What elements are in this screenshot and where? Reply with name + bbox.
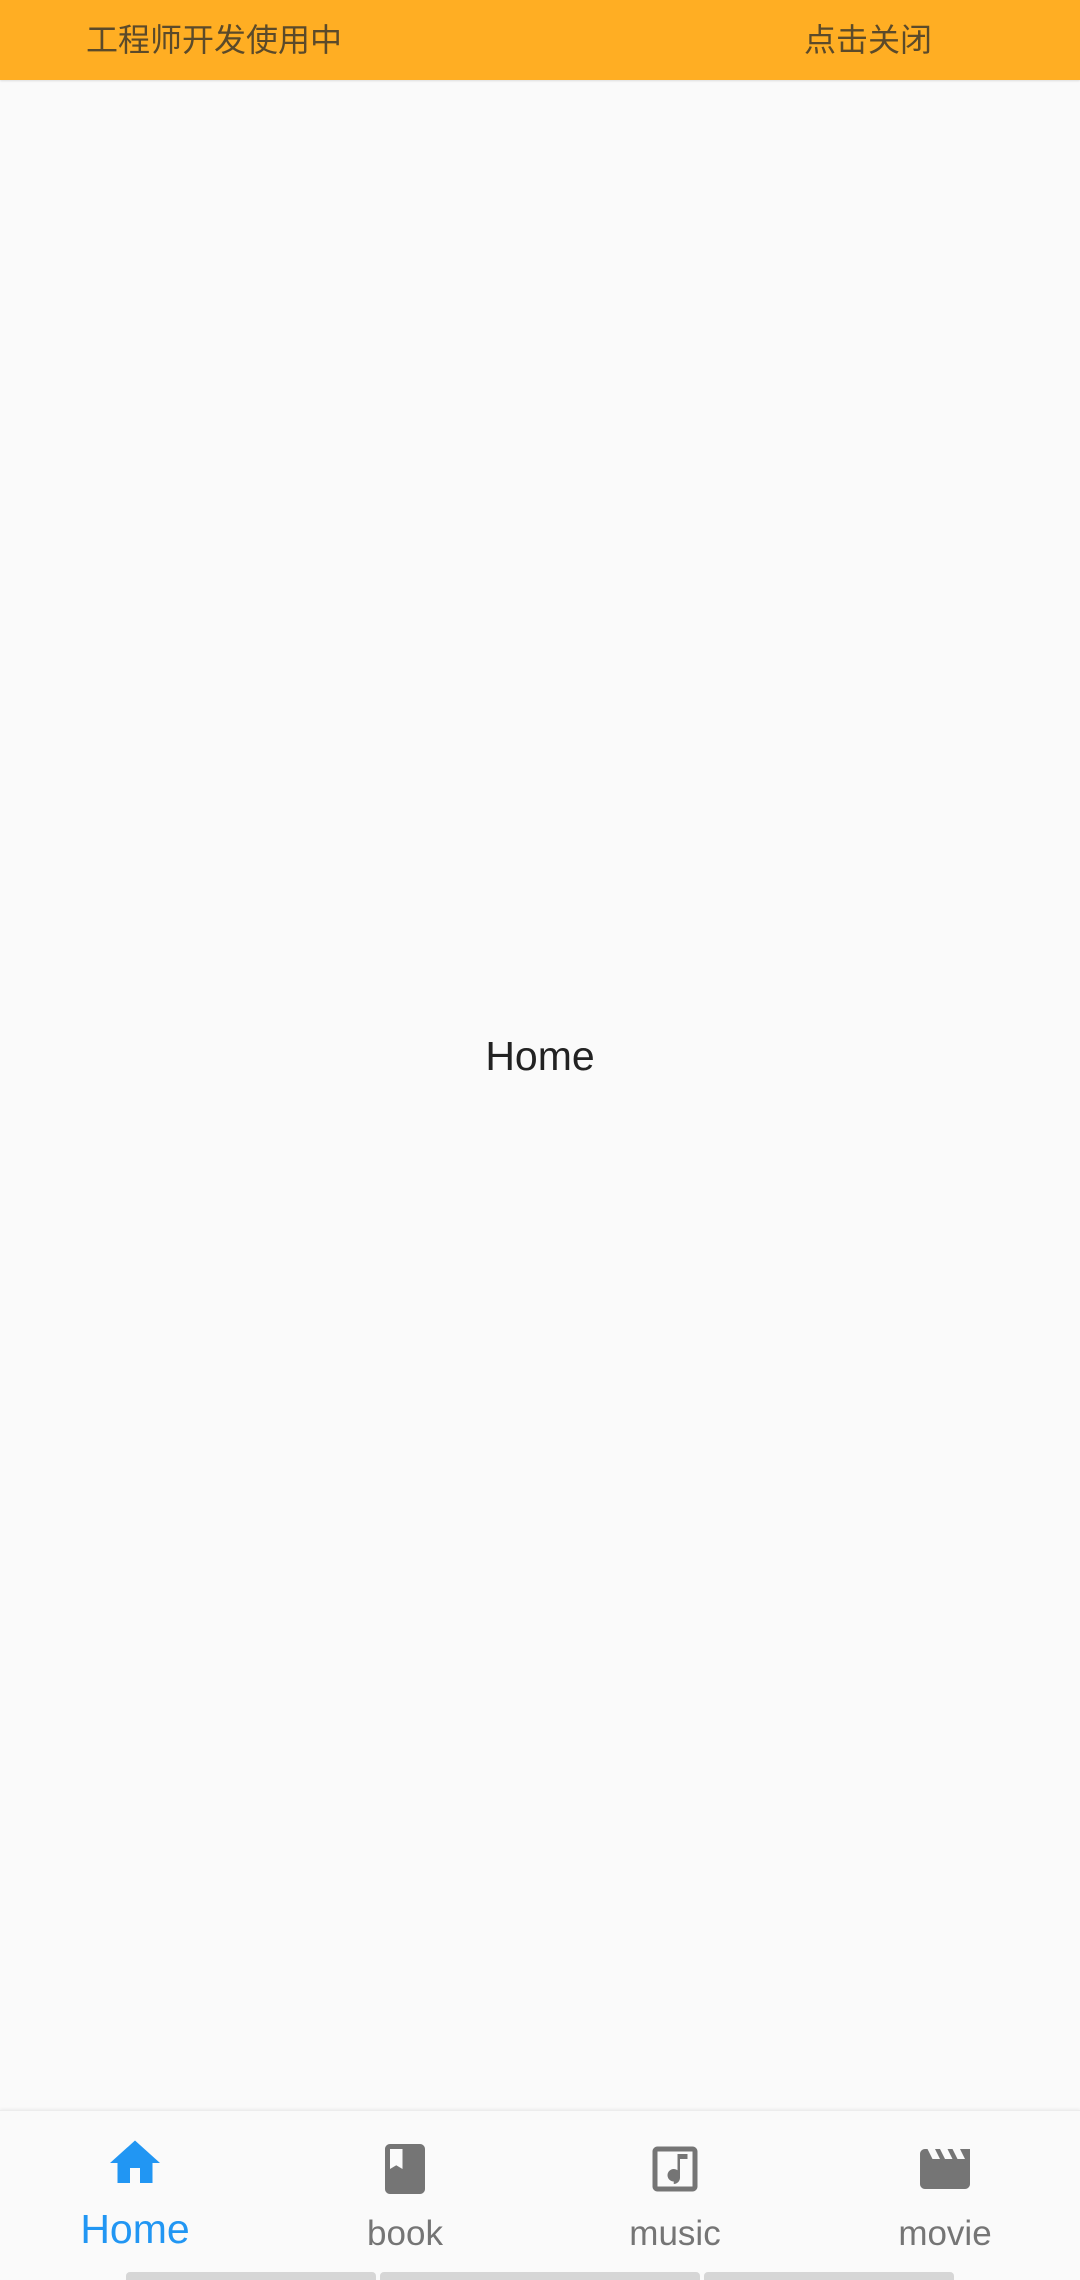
gesture-bar-segment xyxy=(380,2272,700,2280)
bottom-navigation-bar: Home book music movie xyxy=(0,2110,1080,2280)
book-icon xyxy=(385,2144,425,2194)
nav-item-book[interactable]: book xyxy=(270,2111,540,2280)
developer-mode-text: 工程师开发使用中 xyxy=(86,21,343,59)
nav-item-label: movie xyxy=(898,2214,992,2253)
nav-item-home[interactable]: Home xyxy=(0,2111,270,2280)
music-note-icon xyxy=(652,2146,698,2192)
movie-clapper-icon xyxy=(920,2149,970,2189)
nav-item-label: Home xyxy=(80,2206,190,2252)
nav-item-label: music xyxy=(629,2214,721,2253)
nav-item-movie[interactable]: movie xyxy=(810,2111,1080,2280)
gesture-bar-segment xyxy=(704,2272,954,2280)
app-screen: 工程师开发使用中 点击关闭 Home Home book music movie xyxy=(0,0,1080,2280)
home-icon xyxy=(110,2140,160,2183)
close-banner-button[interactable]: 点击关闭 xyxy=(804,19,932,61)
developer-mode-banner: 工程师开发使用中 点击关闭 xyxy=(0,0,1080,80)
nav-item-label: book xyxy=(367,2214,443,2253)
gesture-bar-segment xyxy=(126,2272,376,2280)
page-title: Home xyxy=(485,1033,595,1079)
nav-item-music[interactable]: music xyxy=(540,2111,810,2280)
